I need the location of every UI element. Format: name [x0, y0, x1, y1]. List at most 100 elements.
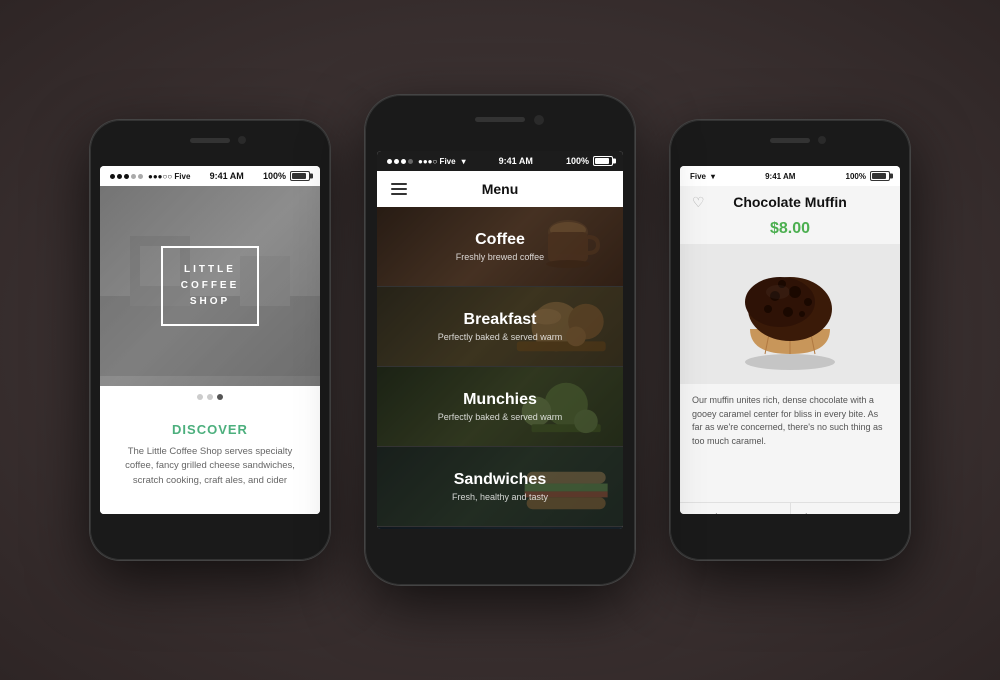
- muffin-svg: [720, 254, 860, 374]
- menu-header: Menu: [377, 171, 623, 207]
- left-phone-speaker: [190, 138, 230, 143]
- product-options: Quantity ▾ Size ▾: [680, 502, 900, 514]
- logo-line3: SHOP: [181, 294, 240, 310]
- product-price: $8.00: [680, 220, 900, 238]
- phone-right: Five ▾ 9:41 AM 100% ♡ Chocolate Muffin $…: [670, 120, 910, 560]
- sandwiches-name: Sandwiches: [377, 471, 623, 489]
- discover-title: DISCOVER: [116, 422, 304, 437]
- center-carrier: ●●●○ Five: [418, 157, 456, 166]
- logo-line1: LITTLE: [181, 262, 240, 278]
- product-image-area: [680, 244, 900, 384]
- center-phone-speaker: [475, 117, 525, 122]
- left-phone-camera: [238, 136, 246, 144]
- right-battery-fill: [872, 173, 886, 179]
- dot4: [131, 174, 136, 179]
- time-label: 9:41 AM: [210, 171, 244, 181]
- right-screen-content: ♡ Chocolate Muffin $8.00: [680, 186, 900, 514]
- center-status-left: ●●●○ Five ▾: [387, 157, 466, 166]
- hline3: [391, 193, 407, 195]
- logo-line2: COFFEE: [181, 278, 240, 294]
- product-title: Chocolate Muffin: [692, 194, 888, 210]
- right-phone-screen: Five ▾ 9:41 AM 100% ♡ Chocolate Muffin $…: [680, 166, 900, 514]
- battery-icon: [290, 171, 310, 181]
- size-option[interactable]: Size ▾: [791, 503, 901, 514]
- left-screen-content: LITTLE COFFEE SHOP DISCOVER The Little C…: [100, 186, 320, 514]
- wifi-icon: ▾: [462, 157, 466, 166]
- left-phone-screen: ●●●○○ Five 9:41 AM 100%: [100, 166, 320, 514]
- right-status-left: Five ▾: [690, 172, 715, 181]
- munchies-name: Munchies: [377, 391, 623, 409]
- right-battery-icon: [870, 171, 890, 181]
- center-battery-fill: [595, 158, 609, 164]
- battery-fill: [292, 173, 306, 179]
- coffee-desc: Freshly brewed coffee: [377, 252, 623, 262]
- logo-box: LITTLE COFFEE SHOP: [161, 246, 260, 326]
- menu-item-munchies[interactable]: Munchies Perfectly baked & served warm: [377, 367, 623, 447]
- left-content: DISCOVER The Little Coffee Shop serves s…: [100, 408, 320, 514]
- product-header: ♡ Chocolate Muffin: [680, 186, 900, 214]
- sandwiches-text: Sandwiches Fresh, healthy and tasty: [377, 471, 623, 502]
- menu-items-list: Coffee Freshly brewed coffee: [377, 207, 623, 529]
- dot5: [138, 174, 143, 179]
- hero-section: LITTLE COFFEE SHOP: [100, 186, 320, 386]
- left-status-right: 100%: [263, 171, 310, 181]
- carousel-dot-1: [197, 394, 203, 400]
- specialty-overlay: [377, 527, 623, 529]
- logo-text: LITTLE COFFEE SHOP: [181, 262, 240, 310]
- munchies-text: Munchies Perfectly baked & served warm: [377, 391, 623, 422]
- size-label: Size: [799, 513, 818, 514]
- phone-showcase: ●●●○○ Five 9:41 AM 100%: [50, 40, 950, 640]
- right-status-right: 100%: [846, 171, 890, 181]
- product-description: Our muffin unites rich, dense chocolate …: [680, 384, 900, 458]
- right-battery-label: 100%: [846, 172, 866, 181]
- right-phone-camera: [818, 136, 826, 144]
- quantity-option[interactable]: Quantity ▾: [680, 503, 791, 514]
- cdot2: [394, 159, 399, 164]
- center-signal-dots: [387, 159, 413, 164]
- hamburger-icon[interactable]: [391, 183, 407, 195]
- right-phone-speaker: [770, 138, 810, 143]
- carousel-dots: [100, 386, 320, 408]
- battery-label: 100%: [263, 171, 286, 181]
- signal-dots: [110, 174, 143, 179]
- right-time: 9:41 AM: [765, 172, 795, 181]
- breakfast-desc: Perfectly baked & served warm: [377, 332, 623, 342]
- center-battery-icon: [593, 156, 613, 166]
- hline2: [391, 188, 407, 190]
- center-screen-content: Menu: [377, 171, 623, 529]
- hline1: [391, 183, 407, 185]
- menu-item-breakfast[interactable]: Breakfast Perfectly baked & served warm: [377, 287, 623, 367]
- center-time: 9:41 AM: [499, 156, 533, 166]
- cdot3: [401, 159, 406, 164]
- center-phone-screen: ●●●○ Five ▾ 9:41 AM 100%: [377, 151, 623, 529]
- breakfast-text: Breakfast Perfectly baked & served warm: [377, 311, 623, 342]
- menu-item-coffee[interactable]: Coffee Freshly brewed coffee: [377, 207, 623, 287]
- quantity-label: Quantity: [688, 513, 725, 514]
- coffee-name: Coffee: [377, 231, 623, 249]
- center-status-right: 100%: [566, 156, 613, 166]
- heart-icon[interactable]: ♡: [692, 194, 705, 211]
- discover-text: The Little Coffee Shop serves specialty …: [116, 445, 304, 488]
- center-phone-camera: [534, 115, 544, 125]
- cdot1: [387, 159, 392, 164]
- dot2: [117, 174, 122, 179]
- right-status-bar: Five ▾ 9:41 AM 100%: [680, 166, 900, 186]
- carousel-dot-2: [207, 394, 213, 400]
- breakfast-name: Breakfast: [377, 311, 623, 329]
- phone-center: ●●●○ Five ▾ 9:41 AM 100%: [365, 95, 635, 585]
- left-status-left: ●●●○○ Five: [110, 172, 190, 181]
- sandwiches-desc: Fresh, healthy and tasty: [377, 492, 623, 502]
- munchies-desc: Perfectly baked & served warm: [377, 412, 623, 422]
- menu-item-specialty[interactable]: Specialty Drinks Special drinks for ever…: [377, 527, 623, 529]
- dot3: [124, 174, 129, 179]
- cdot4: [408, 159, 413, 164]
- carousel-dot-3: [217, 394, 223, 400]
- coffee-text: Coffee Freshly brewed coffee: [377, 231, 623, 262]
- left-status-bar: ●●●○○ Five 9:41 AM 100%: [100, 166, 320, 186]
- dot1: [110, 174, 115, 179]
- menu-item-sandwiches[interactable]: Sandwiches Fresh, healthy and tasty: [377, 447, 623, 527]
- phone-left: ●●●○○ Five 9:41 AM 100%: [90, 120, 330, 560]
- right-carrier: Five: [690, 172, 706, 181]
- right-wifi-icon: ▾: [711, 172, 715, 181]
- center-status-bar: ●●●○ Five ▾ 9:41 AM 100%: [377, 151, 623, 171]
